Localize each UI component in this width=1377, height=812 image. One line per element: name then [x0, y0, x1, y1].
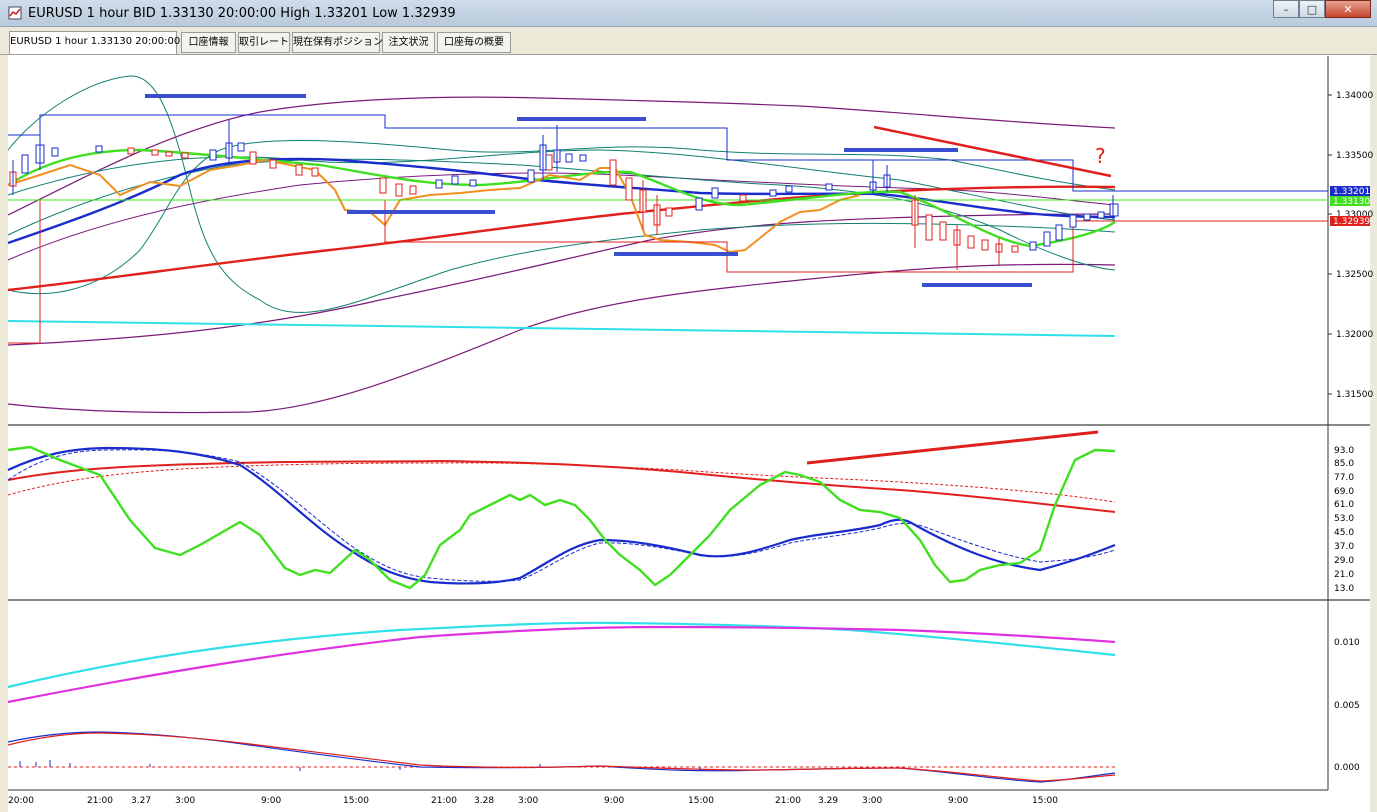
price-tick: 1.32500 — [1336, 270, 1373, 280]
time-label: 21:00 — [431, 796, 457, 806]
time-label: 3:00 — [518, 796, 538, 806]
oscillator-tick: 45.0 — [1334, 528, 1354, 538]
time-label: 9:00 — [604, 796, 624, 806]
time-label: 15:00 — [343, 796, 369, 806]
time-label: 9:00 — [948, 796, 968, 806]
price-tick: 1.32000 — [1336, 330, 1373, 340]
time-label: 20:00 — [8, 796, 34, 806]
chart-canvas[interactable]: ? 1.34000 1.33500 1.33000 1.32500 1.3200… — [0, 0, 1377, 812]
envelope-line-a — [7, 75, 1116, 313]
low-price-value: 1.32939 — [1333, 217, 1370, 227]
blue-moving-average — [7, 157, 1116, 245]
oscillator-red-line — [7, 459, 1116, 513]
lower-tick: 0.000 — [1334, 763, 1360, 773]
price-tick: 1.33500 — [1336, 151, 1373, 161]
oscillator-trendline[interactable] — [806, 430, 1099, 465]
time-label: 3.27 — [131, 796, 151, 806]
time-label: 15:00 — [688, 796, 714, 806]
lower-blue-line — [7, 731, 1116, 783]
time-label: 3.28 — [474, 796, 494, 806]
oscillator-red-signal — [7, 462, 1116, 503]
oscillator-tick: 53.0 — [1334, 514, 1354, 524]
oscillator-tick: 61.0 — [1334, 500, 1354, 510]
green-moving-average — [7, 148, 1116, 248]
bollinger-lower-inner — [7, 213, 1116, 346]
time-label: 21:00 — [87, 796, 113, 806]
time-label: 9:00 — [261, 796, 281, 806]
main-price-pane: ? 1.34000 1.33500 1.33000 1.32500 1.3200… — [7, 75, 1373, 414]
oscillator-tick: 93.0 — [1334, 446, 1354, 456]
oscillator-tick: 13.0 — [1334, 584, 1354, 594]
envelope-line-b — [7, 140, 1116, 295]
question-mark-annotation: ? — [1095, 144, 1106, 168]
time-label: 21:00 — [775, 796, 801, 806]
oscillator-tick: 69.0 — [1334, 487, 1354, 497]
time-label: 3:00 — [862, 796, 882, 806]
lower-red-line — [7, 732, 1116, 782]
lower-indicator-pane: 0.010 0.005 0.000 — [7, 621, 1360, 783]
oscillator-green-line — [7, 445, 1116, 590]
time-label: 3:00 — [175, 796, 195, 806]
oscillator-tick: 21.0 — [1334, 570, 1354, 580]
lower-tick: 0.010 — [1334, 638, 1360, 648]
high-price-value: 1.33201 — [1333, 187, 1370, 197]
time-axis: 20:00 21:00 3.27 3:00 9:00 15:00 21:00 3… — [8, 796, 1058, 806]
oscillator-tick: 37.0 — [1334, 542, 1354, 552]
oscillator-blue-signal — [7, 449, 1116, 582]
oscillator-pane: 93.0 85.0 77.0 69.0 61.0 53.0 45.0 37.0 … — [7, 430, 1354, 594]
oscillator-tick: 85.0 — [1334, 459, 1354, 469]
oscillator-blue-line — [7, 446, 1116, 585]
price-tick: 1.34000 — [1336, 91, 1373, 101]
close-price-value: 1.33130 — [1333, 197, 1370, 207]
price-axis: 1.34000 1.33500 1.33000 1.32500 1.32000 … — [1328, 91, 1373, 400]
lower-axis: 0.010 0.005 0.000 — [1334, 638, 1360, 773]
time-label: 15:00 — [1032, 796, 1058, 806]
price-tick: 1.31500 — [1336, 390, 1373, 400]
lower-tick: 0.005 — [1334, 701, 1360, 711]
oscillator-tick: 29.0 — [1334, 556, 1354, 566]
time-label: 3.29 — [818, 796, 838, 806]
oscillator-axis: 93.0 85.0 77.0 69.0 61.0 53.0 45.0 37.0 … — [1334, 446, 1354, 594]
oscillator-tick: 77.0 — [1334, 473, 1354, 483]
